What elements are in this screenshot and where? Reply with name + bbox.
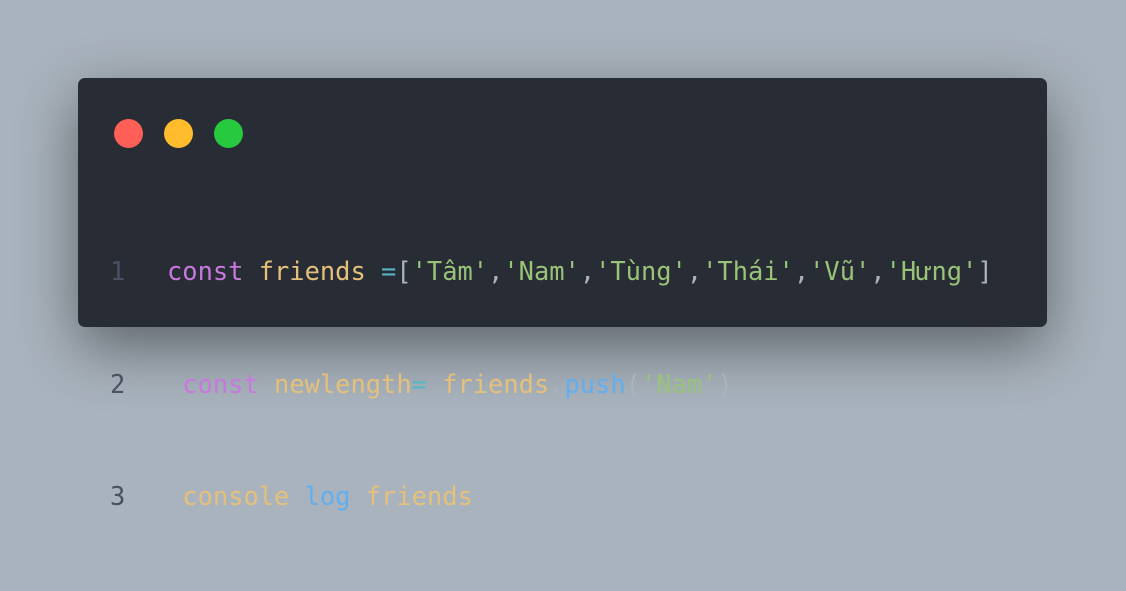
code-text: console.log(friends) xyxy=(182,481,489,511)
code-line-2: 2 const newlength= friends.push('Nam') xyxy=(110,366,993,404)
minimize-dot-icon[interactable] xyxy=(164,119,193,148)
code-text: const newlength= friends.push('Nam') xyxy=(182,368,733,399)
code-block: 1 const friends =['Tâm','Nam','Tùng','Thá… xyxy=(110,178,993,591)
maximize-dot-icon[interactable] xyxy=(214,119,243,148)
code-text: const friends =['Tâm','Nam','Tùng','Thái… xyxy=(167,256,993,286)
code-line-3: 3 console.log(friends) xyxy=(110,478,993,516)
close-dot-icon[interactable] xyxy=(114,119,143,148)
line-number: 2 xyxy=(110,368,126,399)
code-window: 1 const friends =['Tâm','Nam','Tùng','Thá… xyxy=(78,78,1047,511)
code-line-1: 1 const friends =['Tâm','Nam','Tùng','Thá… xyxy=(110,253,993,291)
line-number: 1 xyxy=(110,256,126,286)
line-number: 3 xyxy=(110,481,126,511)
